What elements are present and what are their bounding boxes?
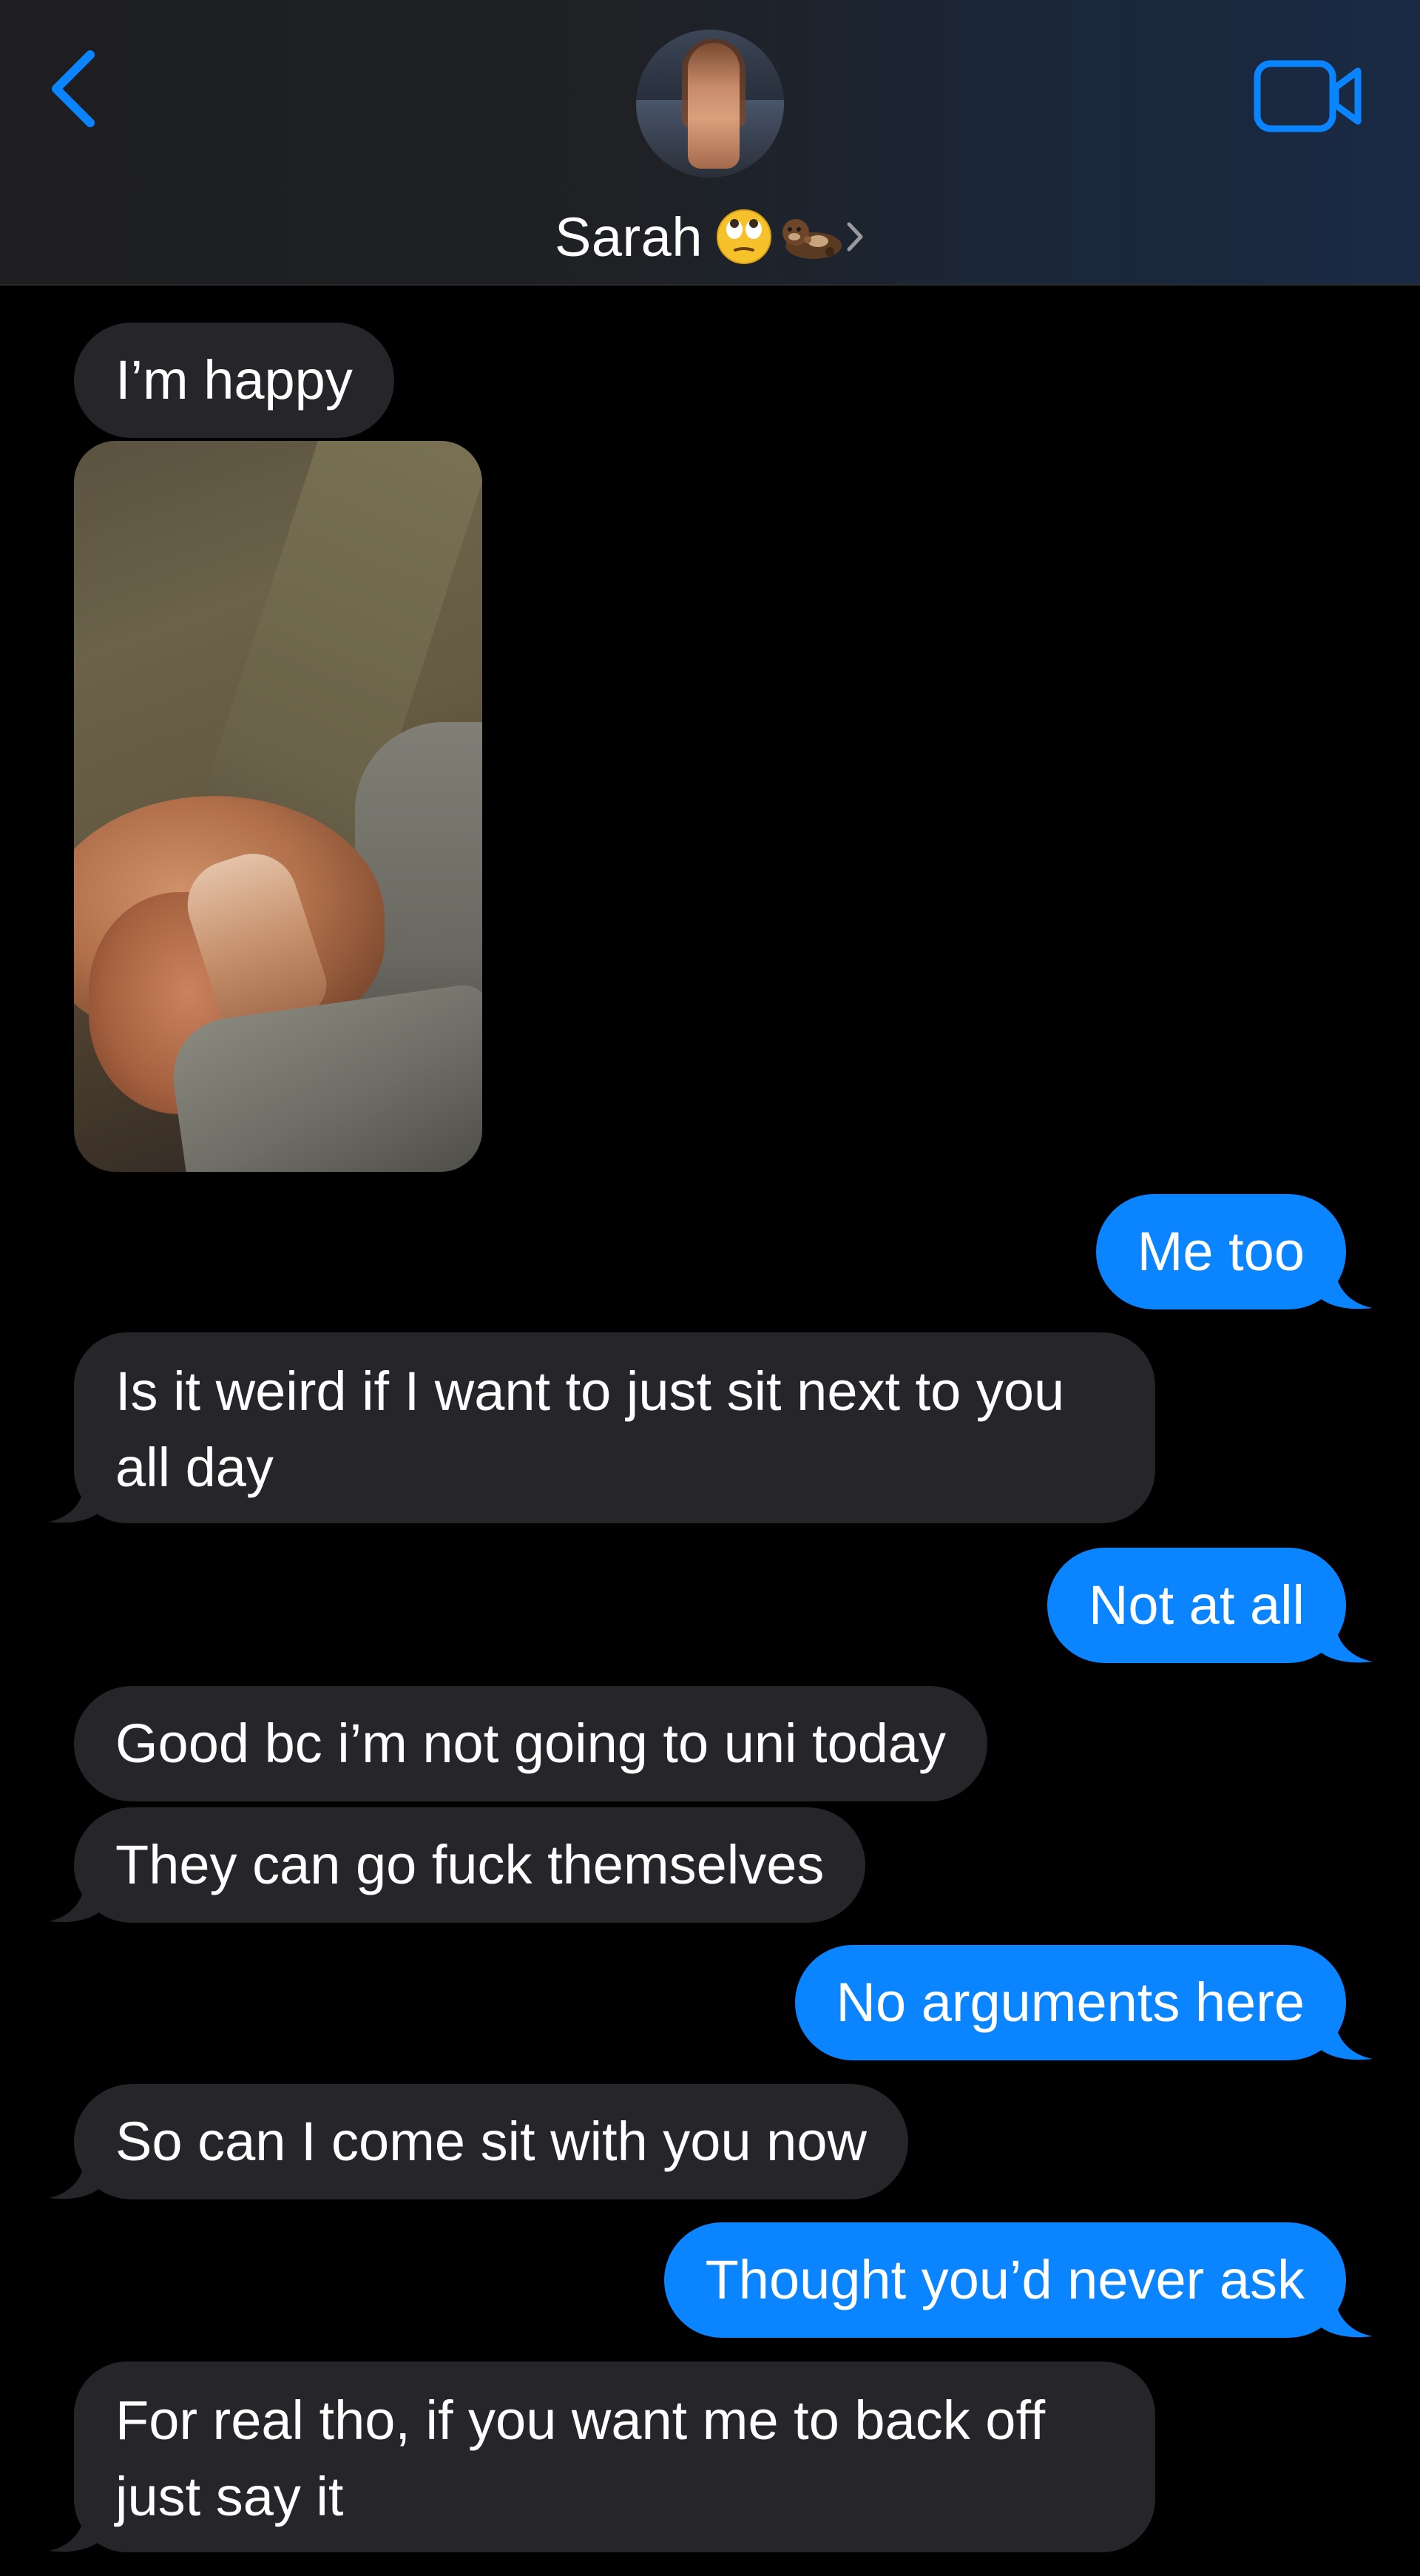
bubble-tail (1319, 2016, 1373, 2060)
contact-info-button[interactable]: Sarah (488, 22, 932, 268)
outgoing-message-bubble[interactable]: No arguments here (794, 1945, 1373, 2060)
outgoing-message-bubble[interactable]: Thought you’d never ask (663, 2222, 1373, 2338)
message-text: So can I come sit with you now (115, 2111, 867, 2172)
message-text: For real tho, if you want me to back off… (115, 2390, 1046, 2527)
incoming-message-bubble[interactable]: I’m happy (74, 323, 394, 438)
back-button[interactable] (44, 44, 104, 133)
video-camera-icon (1254, 60, 1362, 132)
bubble-tail (1319, 2293, 1373, 2338)
incoming-message-bubble[interactable]: Good bc i’m not going to uni today (74, 1686, 988, 1801)
outgoing-message-bubble[interactable]: Not at all (1047, 1548, 1373, 1663)
bubble-tail (49, 1479, 101, 1523)
message-text: Good bc i’m not going to uni today (115, 1713, 947, 1774)
bubble-tail (49, 1878, 101, 1923)
bubble-tail (49, 2508, 101, 2552)
message-text: No arguments here (836, 1972, 1305, 2033)
chevron-left-icon (52, 50, 95, 127)
bubble-tail (1319, 1619, 1373, 1663)
incoming-message-bubble[interactable]: Is it weird if I want to just sit next t… (49, 1332, 1155, 1523)
photo-attachment[interactable] (74, 441, 482, 1172)
contact-name: Sarah (555, 206, 703, 268)
bubble-tail (49, 2155, 101, 2199)
video-call-button[interactable] (1253, 58, 1364, 135)
face-with-rolling-eyes-emoji (714, 207, 774, 266)
message-text: I’m happy (115, 349, 353, 411)
incoming-message-bubble[interactable]: They can go fuck themselves (49, 1807, 866, 1923)
bubble-tail (1319, 1265, 1373, 1309)
incoming-message-bubble[interactable]: For real tho, if you want me to back off… (49, 2361, 1155, 2552)
contact-name-row[interactable]: Sarah (488, 196, 932, 277)
message-text: Thought you’d never ask (705, 2249, 1305, 2310)
outgoing-message-bubble[interactable]: Me too (1095, 1194, 1373, 1309)
conversation-header: Sarah (0, 0, 1420, 286)
chevron-right-icon (845, 218, 865, 255)
message-text: Not at all (1088, 1574, 1305, 1636)
otter-emoji (775, 207, 845, 266)
message-text: Me too (1137, 1221, 1305, 1282)
message-text: Is it weird if I want to just sit next t… (115, 1361, 1065, 1498)
message-text: They can go fuck themselves (115, 1834, 825, 1895)
avatar[interactable] (636, 30, 784, 178)
incoming-message-bubble[interactable]: So can I come sit with you now (49, 2084, 908, 2199)
